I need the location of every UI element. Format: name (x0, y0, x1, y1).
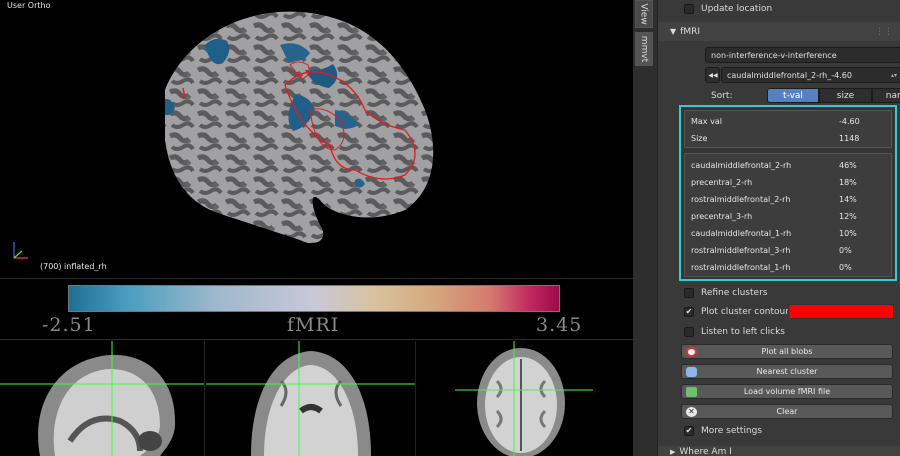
sort-tval-button[interactable]: t-val (767, 88, 819, 103)
axis-gizmo-icon (13, 242, 28, 259)
listen-clicks-row[interactable]: Listen to left clicks (658, 325, 900, 339)
target-icon (686, 347, 697, 357)
coronal-slice[interactable] (206, 341, 416, 456)
contrast-dropdown[interactable]: non-interference-v-interference ▴▾ (705, 47, 900, 63)
load-volume-button[interactable]: Load volume fMRI file (681, 384, 893, 399)
cluster-selector-row: ◀◀ caudalmiddlefrontal_2-rh_-4.60 ▴▾ ▶▶ (658, 67, 900, 83)
list-item: caudalmiddlefrontal_2-rh 46% (691, 161, 857, 170)
update-location-checkbox[interactable] (684, 4, 694, 14)
mri-slices (0, 341, 633, 456)
list-item: caudalmiddlefrontal_1-rh 10% (691, 229, 857, 238)
3d-viewport[interactable]: User Ortho (700) inflated_rh -2.51 fMRI … (0, 0, 633, 456)
load-icon (686, 387, 697, 397)
list-item: rostralmiddlefrontal_3-rh 0% (691, 246, 852, 255)
refine-clusters-checkbox[interactable] (684, 288, 694, 298)
refine-clusters-row[interactable]: Refine clusters (658, 286, 900, 300)
person-icon (686, 367, 697, 377)
sort-name-button[interactable]: name (872, 88, 900, 103)
clear-button[interactable]: ✕ Clear (681, 404, 893, 419)
max-val-row: Max val -4.60 (691, 117, 860, 126)
colorbar-center-label: fMRI (287, 314, 340, 336)
sort-toggle: t-val size name (767, 88, 900, 103)
prev-cluster-button[interactable]: ◀◀ (705, 67, 720, 83)
colorbar (68, 285, 560, 312)
plot-all-blobs-button[interactable]: Plot all blobs (681, 344, 893, 359)
expand-arrow-icon: ▶ (670, 448, 676, 456)
close-icon: ✕ (686, 407, 697, 417)
sort-size-button[interactable]: size (819, 88, 872, 103)
list-item: precentral_3-rh 12% (691, 212, 857, 221)
tab-mmvt[interactable]: mmvt (635, 32, 653, 66)
collapse-arrow-icon: ▼ (670, 27, 677, 36)
surface-label: (700) inflated_rh (40, 262, 107, 271)
list-item: precentral_2-rh 18% (691, 178, 857, 187)
sort-row: Sort: t-val size name (658, 88, 900, 104)
list-item: rostralmiddlefrontal_2-rh 14% (691, 195, 857, 204)
colorbar-max-label: 3.45 (536, 314, 583, 336)
more-settings-row[interactable]: ✔ More settings (658, 424, 900, 438)
dropdown-arrows-icon: ▴▾ (890, 71, 897, 79)
tab-strip: View mmvt (633, 0, 657, 456)
colorbar-area: -2.51 fMRI 3.45 (0, 278, 633, 340)
contour-color-swatch[interactable] (788, 304, 894, 319)
cluster-dropdown[interactable]: caudalmiddlefrontal_2-rh_-4.60 ▴▾ (721, 67, 900, 83)
mmvt-blender-window: User Ortho (700) inflated_rh -2.51 fMRI … (0, 0, 900, 456)
more-settings-checkbox[interactable]: ✔ (684, 426, 694, 436)
cluster-info-box: Max val -4.60 Size 1148 caudalmiddlefron… (679, 105, 897, 281)
nearest-cluster-button[interactable]: Nearest cluster (681, 364, 893, 379)
drag-handle-icon[interactable]: ⋮⋮ (875, 27, 893, 37)
tab-view[interactable]: View (635, 0, 653, 28)
update-location-row[interactable]: Update location (658, 2, 900, 16)
cluster-summary: Max val -4.60 Size 1148 (684, 110, 892, 148)
inflated-brain-surface[interactable] (0, 0, 633, 278)
where-am-i-section-header[interactable]: ▶ Where Am I (658, 446, 900, 456)
panel-content: Update location ▼ fMRI ⋮⋮ non-interferen… (657, 0, 900, 456)
colorbar-min-label: -2.51 (42, 314, 96, 336)
list-item: rostralmiddlefrontal_1-rh 0% (691, 263, 852, 272)
axial-slice[interactable] (417, 341, 633, 456)
listen-clicks-checkbox[interactable] (684, 327, 694, 337)
plot-contours-checkbox[interactable]: ✔ (684, 307, 694, 317)
sagittal-slice[interactable] (0, 341, 205, 456)
sort-label: Sort: (711, 91, 733, 101)
fmri-section-header[interactable]: ▼ fMRI ⋮⋮ (658, 22, 900, 41)
size-row: Size 1148 (691, 134, 860, 143)
tool-panel: View mmvt Update location ▼ fMRI ⋮⋮ non-… (633, 0, 900, 456)
region-list: caudalmiddlefrontal_2-rh 46% precentral_2… (684, 153, 892, 277)
